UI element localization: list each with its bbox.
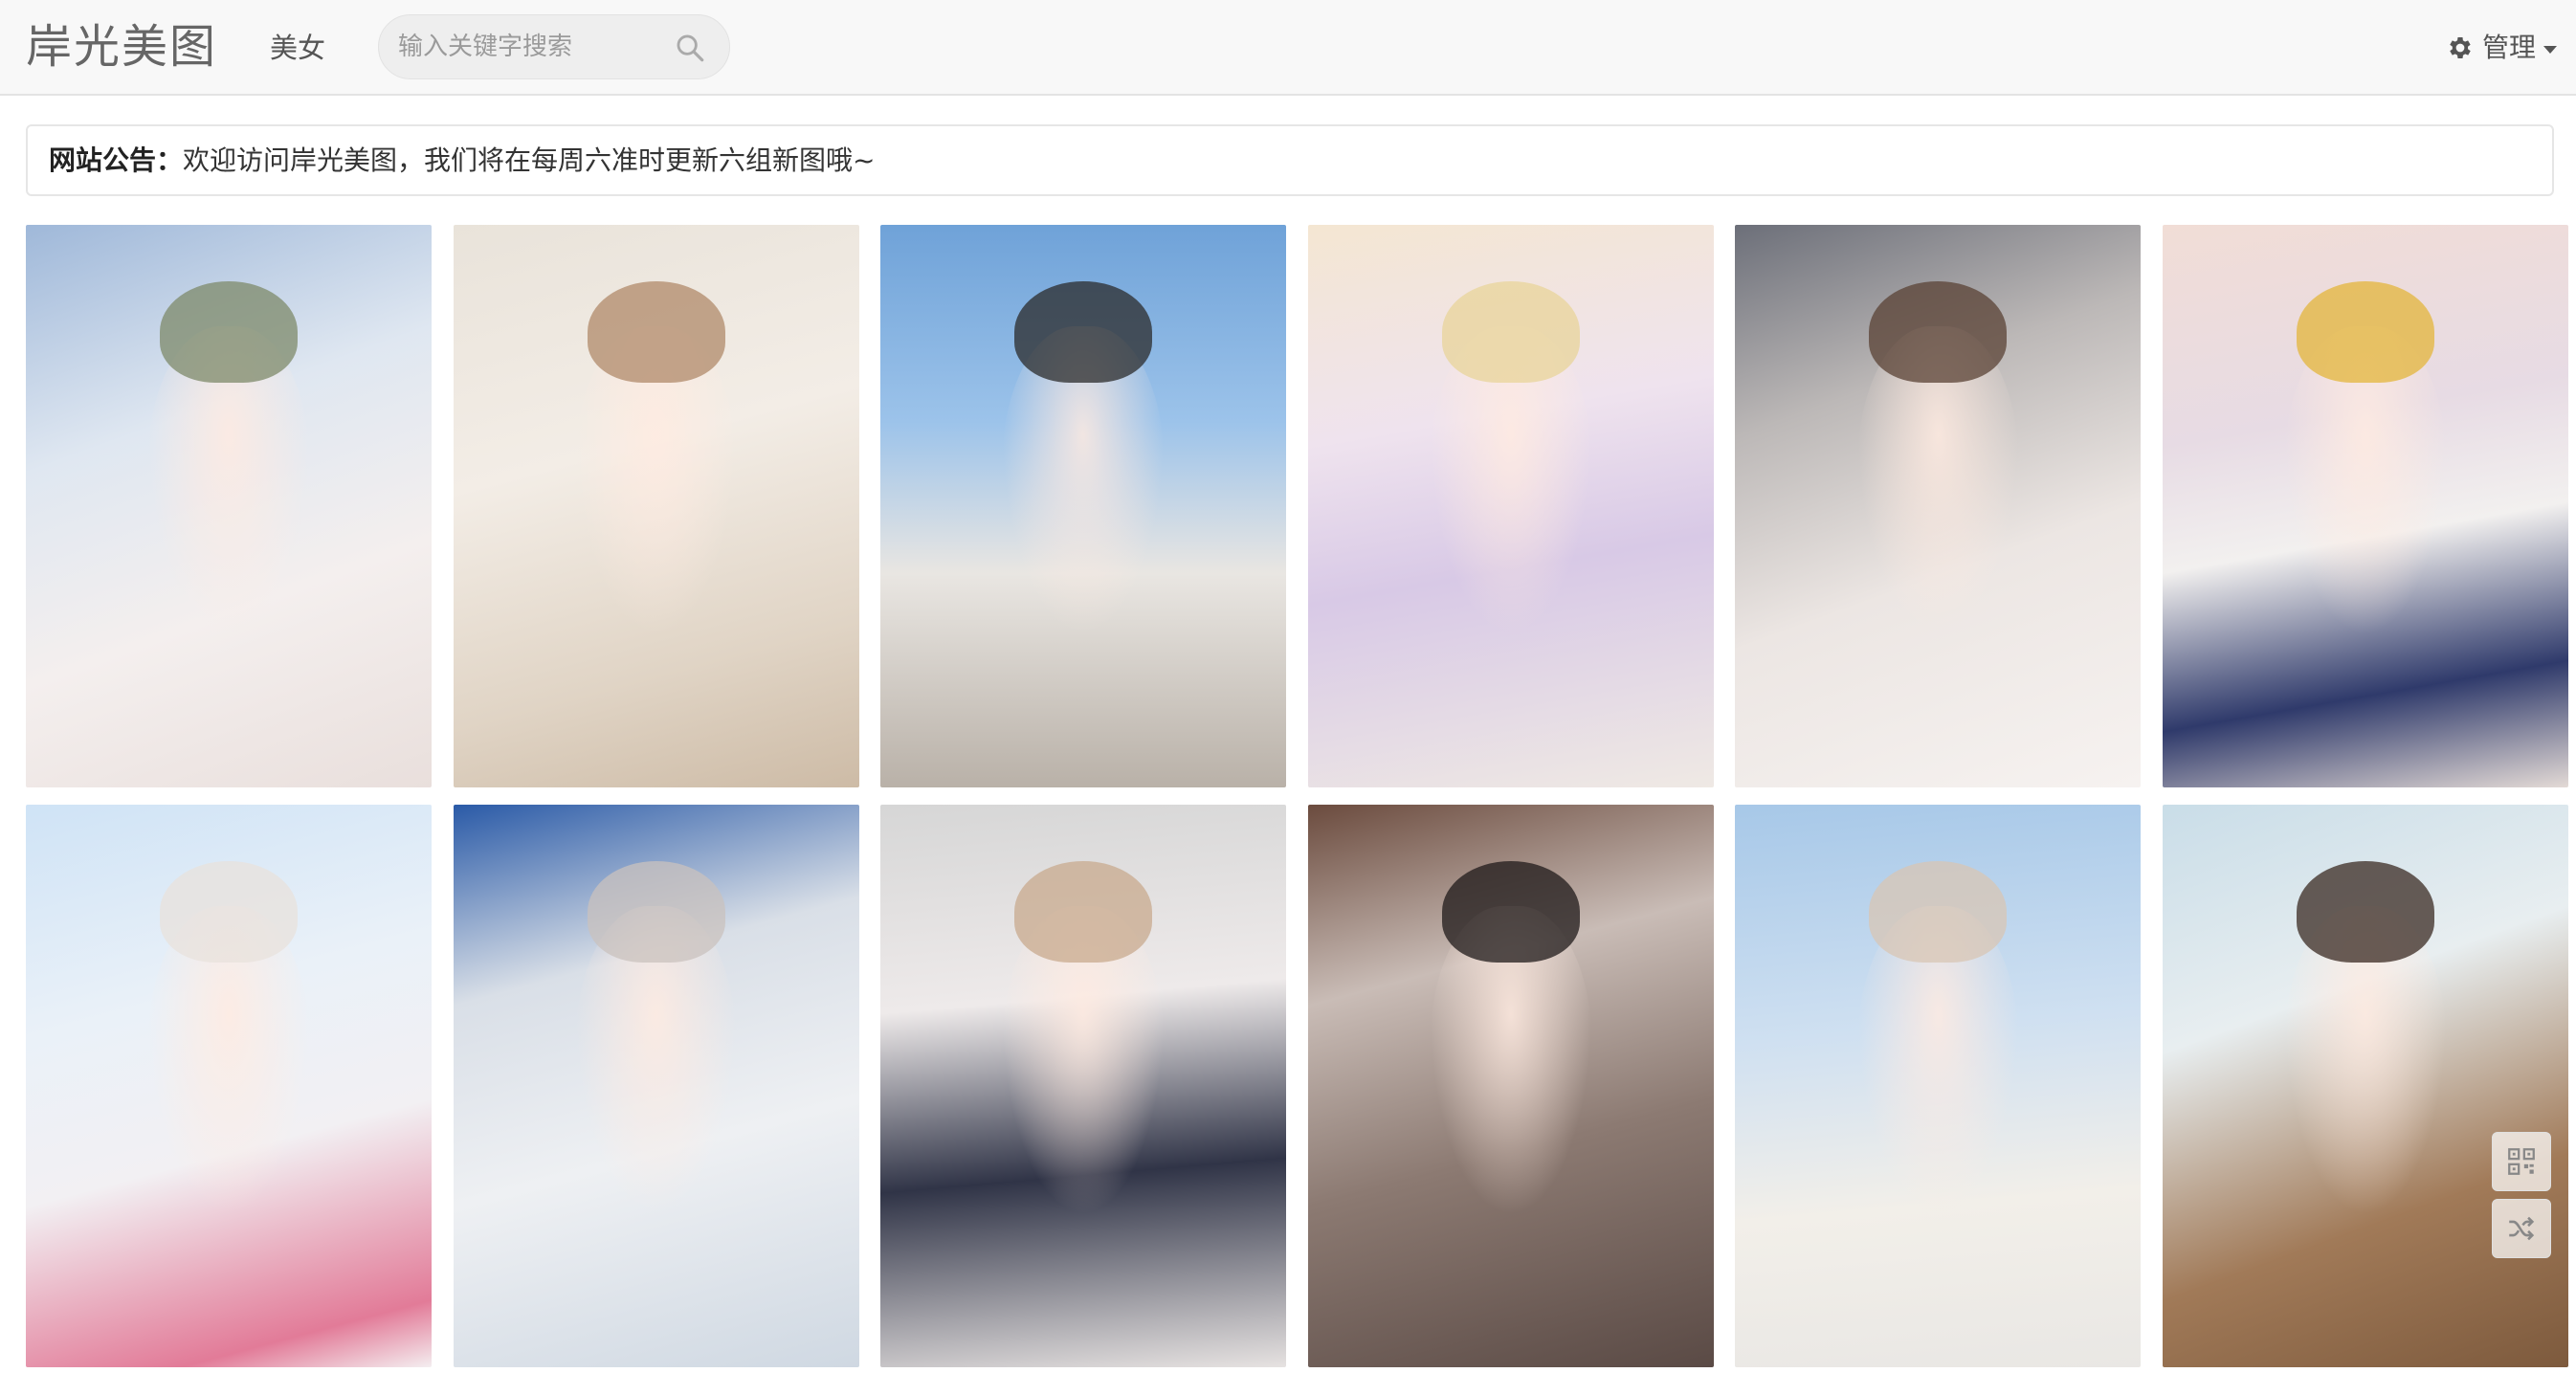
nav-link-beauty[interactable]: 美女 — [268, 23, 327, 73]
gallery-photo[interactable] — [453, 805, 859, 1367]
gallery-photo[interactable] — [880, 225, 1287, 787]
gallery-photo[interactable] — [1735, 225, 2142, 787]
qr-code-icon — [2508, 1148, 2535, 1175]
random-button[interactable] — [2492, 1199, 2551, 1258]
gallery-photo[interactable] — [1735, 805, 2142, 1367]
notice-label: 网站公告： — [49, 144, 184, 176]
search-input[interactable] — [398, 15, 666, 78]
notice-text: 欢迎访问岸光美图，我们将在每周六准时更新六组新图哦~ — [183, 144, 876, 176]
photo-gallery — [26, 225, 2568, 1367]
gallery-photo[interactable] — [2162, 805, 2568, 1367]
search-box — [378, 14, 730, 79]
site-brand[interactable]: 岸光美图 — [26, 13, 217, 80]
search-icon[interactable] — [674, 32, 706, 64]
admin-label: 管理 — [2481, 32, 2536, 63]
shuffle-icon — [2509, 1216, 2535, 1241]
gear-icon — [2450, 37, 2471, 58]
admin-menu[interactable]: 管理 — [2446, 23, 2557, 73]
qr-code-button[interactable] — [2492, 1132, 2551, 1191]
gallery-photo[interactable] — [26, 805, 432, 1367]
gallery-photo[interactable] — [880, 805, 1287, 1367]
gallery-photo[interactable] — [453, 225, 859, 787]
site-notice: 网站公告：欢迎访问岸光美图，我们将在每周六准时更新六组新图哦~ — [26, 124, 2554, 196]
gallery-photo[interactable] — [1307, 225, 1714, 787]
top-navbar: 岸光美图 美女 管理 — [0, 0, 2576, 96]
gallery-photo[interactable] — [2162, 225, 2568, 787]
gallery-photo[interactable] — [26, 225, 432, 787]
gallery-photo[interactable] — [1307, 805, 1714, 1367]
chevron-down-icon — [2543, 45, 2557, 54]
